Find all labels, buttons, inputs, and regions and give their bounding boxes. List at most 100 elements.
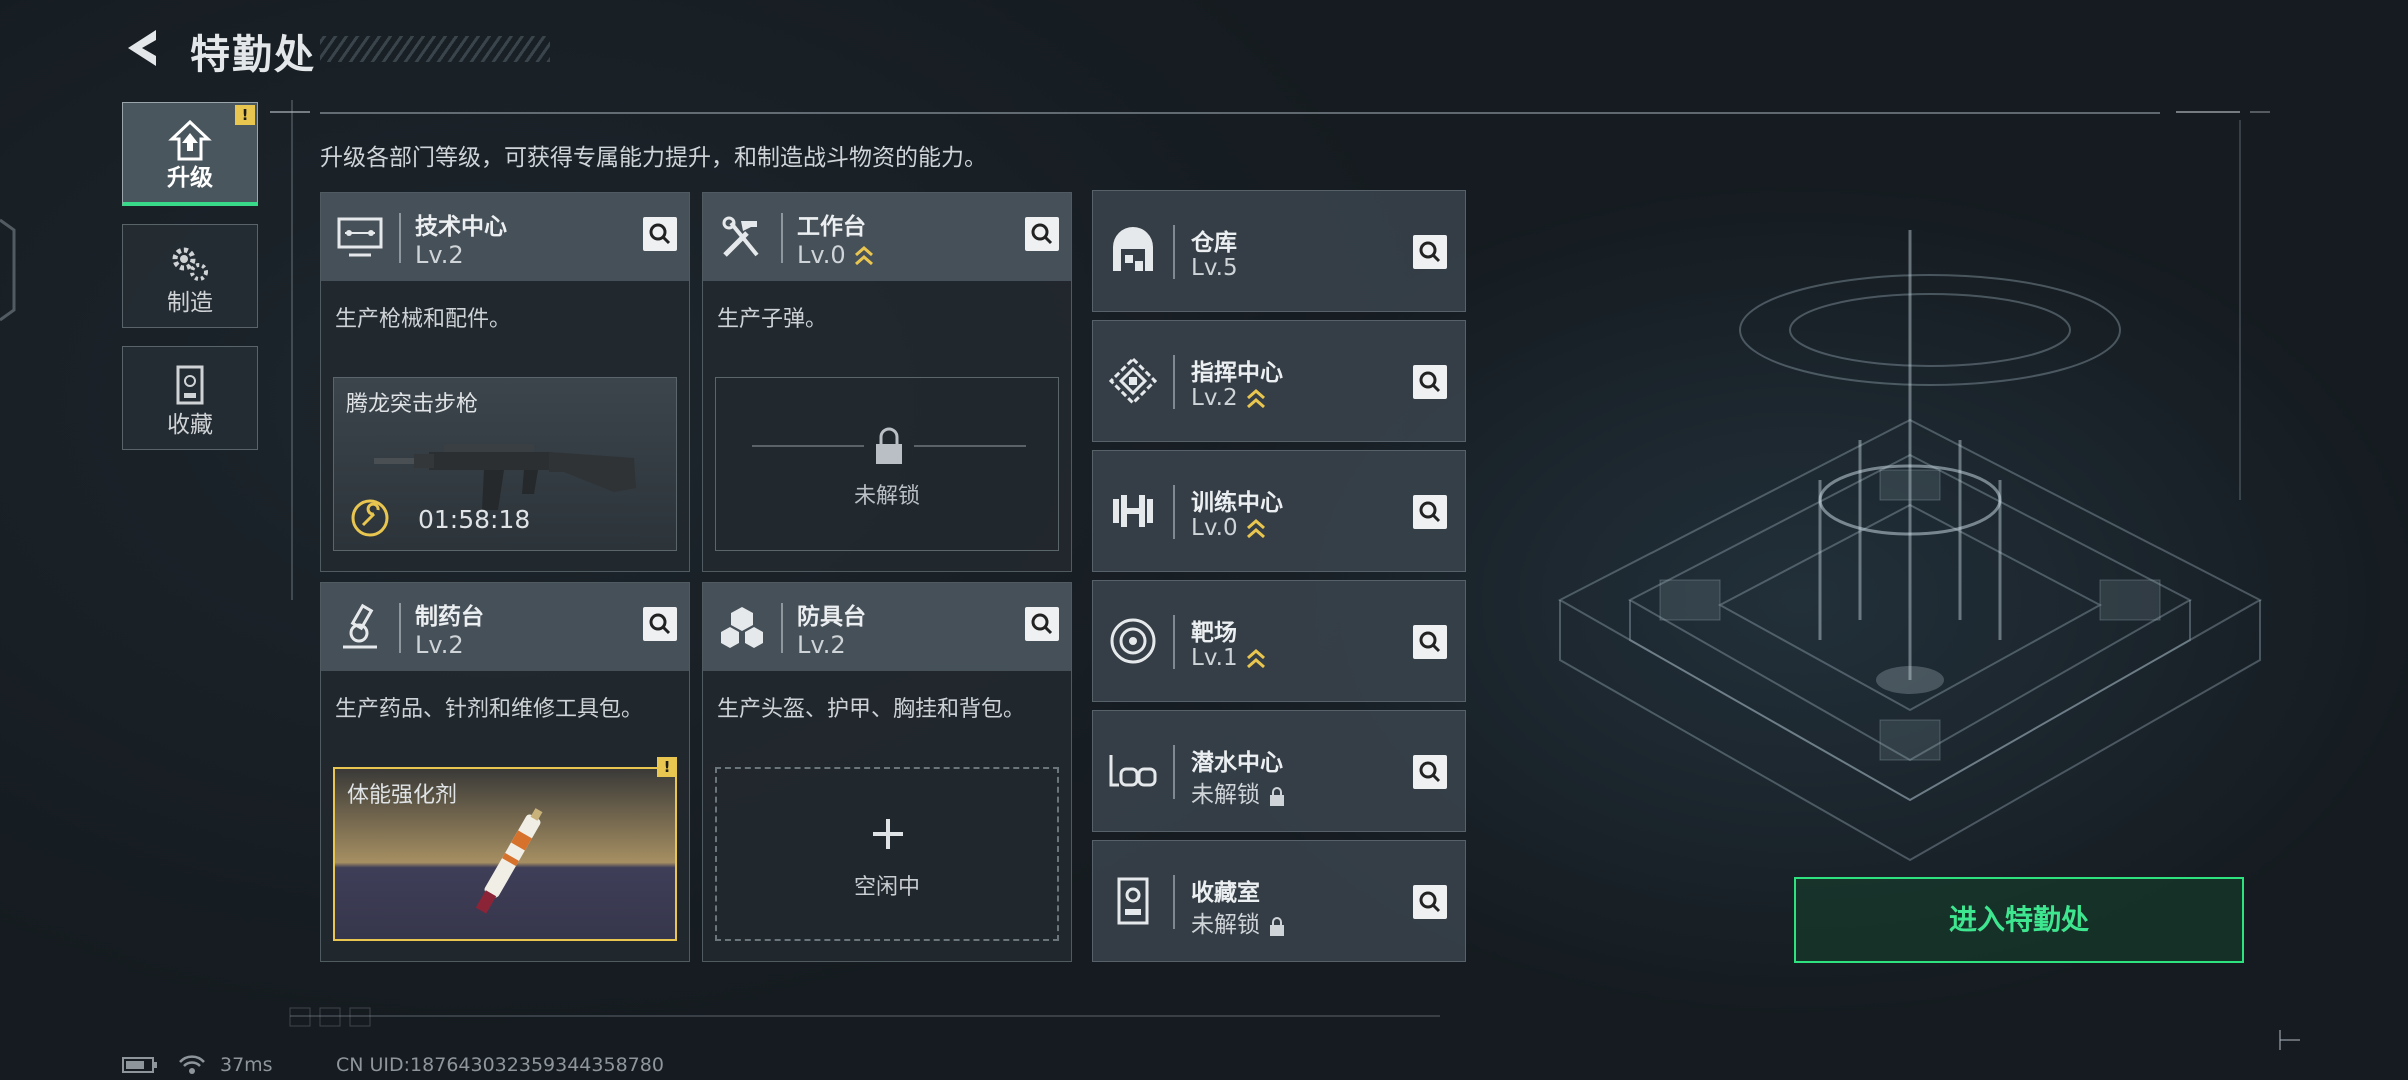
armor-crates-icon bbox=[721, 607, 763, 648]
idle-label: 空闲中 bbox=[853, 875, 920, 900]
sidebar-item-craft[interactable]: 制造 bbox=[122, 224, 258, 328]
facility-collection-room[interactable]: 收藏室 未解锁 bbox=[1092, 840, 1466, 962]
page-description: 升级各部门等级，可获得专属能力提升，和制造战斗物资的能力。 bbox=[320, 145, 987, 171]
facility-name: 制药台 bbox=[415, 604, 484, 630]
facility-description: 生产头盔、护甲、胸挂和背包。 bbox=[717, 697, 1026, 722]
facility-description: 生产枪械和配件。 bbox=[335, 307, 512, 332]
facility-name: 靶场 bbox=[1191, 620, 1237, 646]
facility-level: Lv.0 bbox=[1191, 515, 1238, 541]
facility-level-row: Lv.1 bbox=[1191, 645, 1266, 671]
title-decoration bbox=[320, 36, 550, 62]
card-header: 防具台 Lv.2 bbox=[703, 583, 1071, 671]
warehouse-icon bbox=[1113, 227, 1153, 271]
facility-level-row: 未解锁 bbox=[1191, 905, 1286, 939]
production-slot: 未解锁 bbox=[715, 377, 1059, 551]
facility-level: Lv.2 bbox=[415, 241, 464, 269]
facility-level-row: Lv.0 bbox=[1191, 515, 1266, 541]
sidebar-item-collection[interactable]: 收藏 bbox=[122, 346, 258, 450]
alert-badge: ! bbox=[657, 757, 677, 777]
rifle-image bbox=[374, 444, 636, 510]
facility-training-center[interactable]: 训练中心 Lv.0 bbox=[1092, 450, 1466, 572]
facility-level: 未解锁 bbox=[1191, 912, 1260, 938]
enter-base-button[interactable]: 进入特勤处 bbox=[1794, 877, 2244, 963]
slot-item-name: 腾龙突击步枪 bbox=[346, 392, 479, 417]
computer-icon bbox=[337, 217, 383, 257]
upgrade-chevron-icon bbox=[1246, 518, 1265, 538]
facility-name: 防具台 bbox=[797, 604, 866, 630]
command-center-icon bbox=[1108, 356, 1158, 406]
microscope-icon bbox=[343, 603, 377, 649]
facility-description: 生产子弹。 bbox=[717, 307, 828, 332]
lock-icon bbox=[1270, 786, 1284, 806]
lock-icon bbox=[1270, 916, 1284, 936]
card-armor[interactable]: 防具台 Lv.2 生产头盔、护甲、胸挂和背包。 空闲中 bbox=[702, 582, 1072, 962]
facility-name: 技术中心 bbox=[415, 214, 507, 240]
facility-level-row: 未解锁 bbox=[1191, 775, 1286, 809]
sidebar-item-label: 制造 bbox=[167, 290, 213, 316]
ping-value: 37ms bbox=[220, 1054, 273, 1076]
production-slot[interactable]: 空闲中 bbox=[715, 767, 1059, 941]
facility-level: Lv.1 bbox=[1191, 645, 1238, 671]
search-icon[interactable] bbox=[1413, 755, 1447, 789]
upgrade-chevron-icon bbox=[854, 246, 873, 266]
display-case-icon bbox=[176, 365, 204, 405]
back-icon[interactable] bbox=[120, 26, 164, 70]
facility-level: Lv.0 bbox=[797, 241, 846, 269]
facility-level: Lv.2 bbox=[1191, 385, 1238, 411]
sidebar-item-label: 收藏 bbox=[167, 412, 213, 438]
facility-level-row: Lv.0 bbox=[797, 241, 874, 269]
search-icon[interactable] bbox=[1413, 885, 1447, 919]
collection-room-icon bbox=[1117, 877, 1149, 925]
locked-label: 未解锁 bbox=[853, 484, 920, 509]
search-icon[interactable] bbox=[1025, 217, 1059, 251]
tools-icon bbox=[722, 216, 759, 257]
card-tech-center[interactable]: 技术中心 Lv.2 生产枪械和配件。 腾龙突击步枪 01:58:18 bbox=[320, 192, 690, 572]
facility-shooting-range[interactable]: 靶场 Lv.1 bbox=[1092, 580, 1466, 702]
facility-level: Lv.2 bbox=[797, 631, 846, 659]
facility-level: 未解锁 bbox=[1191, 782, 1260, 808]
facility-name: 训练中心 bbox=[1191, 490, 1283, 516]
search-icon[interactable] bbox=[643, 217, 677, 251]
plus-icon bbox=[873, 819, 903, 849]
card-header: 制药台 Lv.2 bbox=[321, 583, 689, 671]
gears-icon bbox=[172, 247, 208, 281]
target-icon bbox=[1110, 618, 1156, 664]
slot-item-name: 体能强化剂 bbox=[347, 783, 458, 808]
search-icon[interactable] bbox=[1025, 607, 1059, 641]
wifi-icon bbox=[179, 1055, 205, 1074]
sidebar-item-label: 升级 bbox=[167, 165, 213, 191]
facility-diving-center[interactable]: 潜水中心 未解锁 bbox=[1092, 710, 1466, 832]
production-slot[interactable]: 体能强化剂 ! bbox=[333, 757, 677, 941]
facility-command-center[interactable]: 指挥中心 Lv.2 bbox=[1092, 320, 1466, 442]
card-workbench[interactable]: 工作台 Lv.0 生产子弹。 未解锁 bbox=[702, 192, 1072, 572]
search-icon[interactable] bbox=[643, 607, 677, 641]
search-icon[interactable] bbox=[1413, 365, 1447, 399]
facility-name: 工作台 bbox=[797, 214, 866, 240]
user-uid: CN UID:187643032359344358780 bbox=[336, 1054, 664, 1076]
alert-badge: ! bbox=[235, 105, 255, 125]
lock-icon bbox=[752, 427, 1026, 464]
facility-name: 潜水中心 bbox=[1191, 750, 1283, 776]
production-slot[interactable]: 腾龙突击步枪 01:58:18 bbox=[333, 377, 677, 551]
page-title: 特勤处 bbox=[190, 32, 316, 78]
base-hologram-image bbox=[1557, 230, 2263, 862]
facility-level-row: Lv.2 bbox=[1191, 385, 1266, 411]
search-icon[interactable] bbox=[1413, 625, 1447, 659]
card-pharmacy[interactable]: 制药台 Lv.2 生产药品、针剂和维修工具包。 体能强化剂 ! bbox=[320, 582, 690, 962]
sidebar-item-upgrade[interactable]: 升级 ! bbox=[122, 102, 258, 206]
search-icon[interactable] bbox=[1413, 495, 1447, 529]
battery-icon bbox=[122, 1057, 157, 1073]
syringe-image bbox=[475, 808, 543, 914]
upgrade-chevron-icon bbox=[1246, 648, 1265, 668]
facility-level: Lv.2 bbox=[415, 631, 464, 659]
wrench-timer-icon bbox=[351, 499, 389, 537]
facility-name: 指挥中心 bbox=[1191, 360, 1283, 386]
diving-goggles-icon bbox=[1109, 755, 1157, 787]
facility-name: 收藏室 bbox=[1191, 880, 1260, 906]
production-timer: 01:58:18 bbox=[418, 505, 531, 534]
upgrade-chevron-icon bbox=[1246, 388, 1265, 408]
search-icon[interactable] bbox=[1413, 235, 1447, 269]
card-header: 工作台 Lv.0 bbox=[703, 193, 1071, 281]
card-header: 技术中心 Lv.2 bbox=[321, 193, 689, 281]
facility-warehouse[interactable]: 仓库 Lv.5 bbox=[1092, 190, 1466, 312]
